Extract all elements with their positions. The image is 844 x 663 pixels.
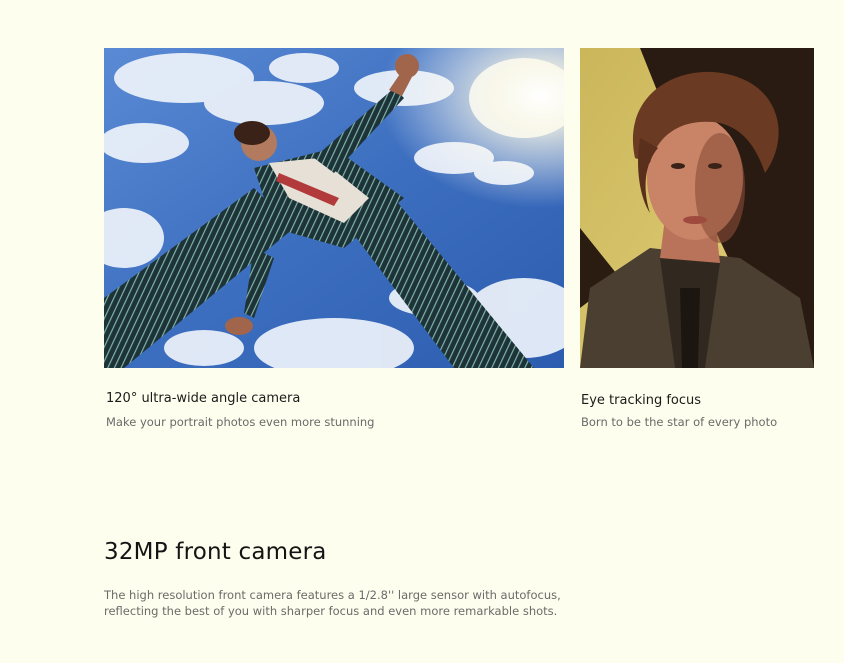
eye-tracking-feature-title: Eye tracking focus — [581, 393, 702, 408]
front-camera-description-line-1: The high resolution front camera feature… — [104, 588, 561, 602]
front-camera-heading: 32MP front camera — [104, 539, 327, 565]
front-camera-description-line-2: reflecting the best of you with sharper … — [104, 604, 558, 618]
ultra-wide-photo-graphic — [104, 48, 564, 368]
ultra-wide-feature-subtitle: Make your portrait photos even more stun… — [106, 415, 375, 429]
ultra-wide-sample-photo — [104, 48, 564, 368]
eye-tracking-feature-subtitle: Born to be the star of every photo — [581, 415, 778, 429]
portrait-photo-graphic — [580, 48, 814, 368]
ultra-wide-feature-title: 120° ultra-wide angle camera — [106, 391, 301, 406]
eye-tracking-sample-photo — [580, 48, 814, 368]
